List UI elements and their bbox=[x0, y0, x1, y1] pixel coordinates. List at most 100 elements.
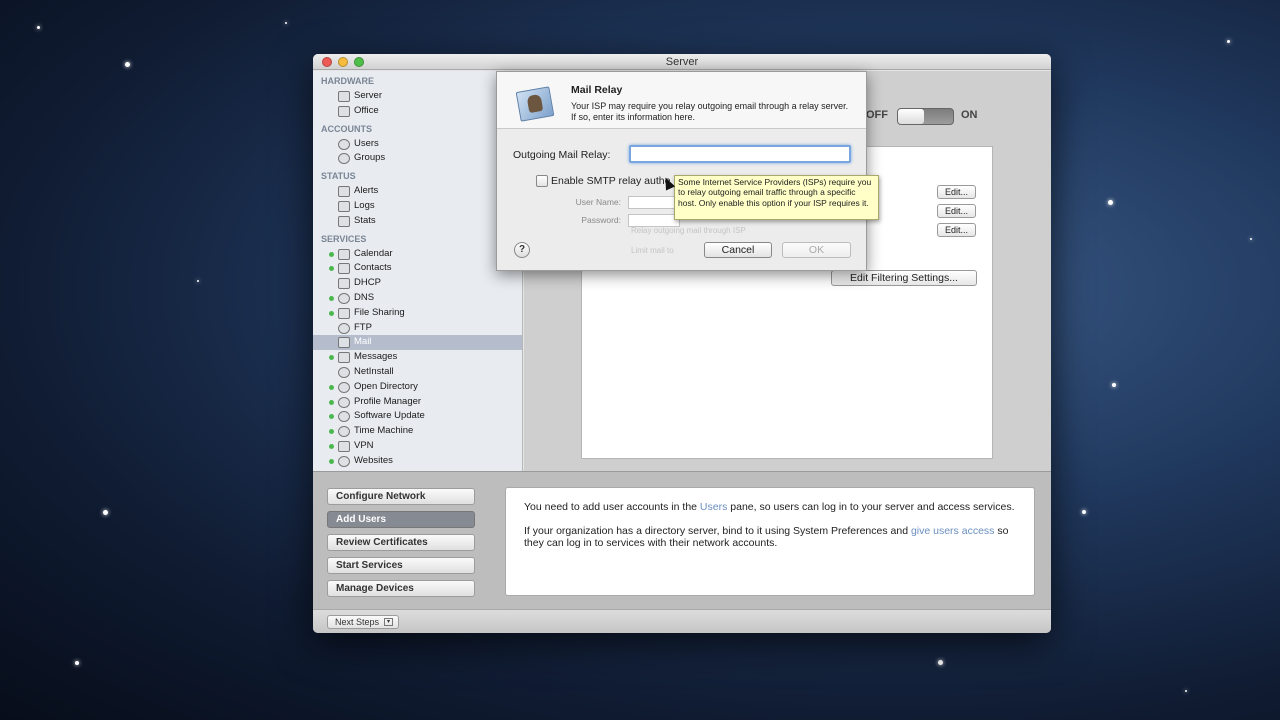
status-on-indicator bbox=[329, 399, 334, 405]
sidebar-item-calendar[interactable]: Calendar bbox=[313, 247, 522, 262]
contacts-icon bbox=[338, 263, 350, 275]
outgoing-mail-relay-input[interactable] bbox=[629, 145, 851, 163]
edit-button[interactable]: Edit... bbox=[937, 185, 976, 199]
status-on-indicator bbox=[329, 251, 334, 257]
sidebar-item-open-directory[interactable]: Open Directory bbox=[313, 380, 522, 395]
stats-icon bbox=[338, 215, 350, 227]
status-on-indicator bbox=[329, 414, 334, 420]
sidebar-section-header: HARDWARE bbox=[321, 76, 374, 86]
star bbox=[1082, 510, 1086, 514]
sidebar-item-label: Websites bbox=[354, 454, 393, 466]
ok-button[interactable]: OK bbox=[782, 242, 851, 258]
mail-stamp-icon bbox=[515, 86, 555, 122]
password-label: Password: bbox=[581, 215, 621, 225]
service-toggle-switch[interactable] bbox=[897, 108, 954, 125]
sidebar-item-label: Users bbox=[354, 137, 379, 149]
collapse-icon: ▾ bbox=[384, 618, 393, 626]
window-footer: Next Steps ▾ bbox=[313, 609, 1051, 633]
close-window-button[interactable] bbox=[322, 57, 332, 67]
edit-filtering-settings-button[interactable]: Edit Filtering Settings... bbox=[831, 270, 977, 286]
star bbox=[197, 280, 199, 282]
help-button[interactable]: ? bbox=[514, 242, 530, 258]
software-update-icon bbox=[338, 411, 350, 423]
sidebar-item-label: DHCP bbox=[354, 277, 381, 289]
sidebar-item-label: Contacts bbox=[354, 262, 392, 274]
sidebar-item-label: Groups bbox=[354, 152, 386, 164]
time-machine-icon bbox=[338, 426, 350, 438]
sidebar-item-server[interactable]: Server bbox=[313, 89, 522, 104]
sidebar-item-label: FTP bbox=[354, 321, 372, 333]
users-pane-link[interactable]: Users bbox=[700, 501, 727, 513]
profile-manager-icon bbox=[338, 396, 350, 408]
sidebar-item-label: Time Machine bbox=[354, 425, 414, 437]
info-text: pane, so users can log in to your server… bbox=[727, 501, 1015, 513]
sheet-header: Mail Relay Your ISP may require you rela… bbox=[497, 72, 866, 129]
smtp-auth-checkbox[interactable] bbox=[536, 175, 548, 187]
sidebar-item-stats[interactable]: Stats bbox=[313, 214, 522, 229]
info-text: You need to add user accounts in the bbox=[524, 501, 700, 513]
sidebar-section-header: ACCOUNTS bbox=[321, 123, 372, 134]
status-on-indicator bbox=[329, 443, 334, 449]
status-on-indicator bbox=[329, 429, 334, 435]
add-users-button[interactable]: Add Users bbox=[327, 511, 475, 528]
next-steps-area: Configure Network Add Users Review Certi… bbox=[313, 471, 1051, 609]
minimize-window-button[interactable] bbox=[338, 57, 348, 67]
office-icon bbox=[338, 105, 350, 117]
sidebar-section-header: STATUS bbox=[321, 171, 356, 182]
sidebar-item-label: Server bbox=[354, 90, 382, 101]
sidebar-item-websites[interactable]: Websites bbox=[313, 454, 522, 469]
start-services-button[interactable]: Start Services bbox=[327, 557, 475, 574]
configure-network-button[interactable]: Configure Network bbox=[327, 488, 475, 505]
sidebar-item-label: NetInstall bbox=[354, 365, 394, 377]
sidebar-item-dhcp[interactable]: DHCP bbox=[313, 276, 522, 291]
star bbox=[1185, 690, 1187, 692]
service-off-label: OFF bbox=[866, 109, 888, 121]
sidebar-item-software-update[interactable]: Software Update bbox=[313, 409, 522, 424]
sidebar-item-dns[interactable]: DNS bbox=[313, 291, 522, 306]
sidebar-item-messages[interactable]: Messages bbox=[313, 350, 522, 365]
netinstall-icon bbox=[338, 366, 350, 378]
title-bar[interactable]: Server bbox=[313, 54, 1051, 70]
background-option-text: Limit mail to bbox=[631, 246, 674, 255]
sidebar-item-office[interactable]: Office bbox=[313, 104, 522, 119]
next-step-info-panel: You need to add user accounts in the Use… bbox=[505, 487, 1035, 596]
sidebar-item-groups[interactable]: Groups bbox=[313, 151, 522, 166]
mail-relay-sheet: Mail Relay Your ISP may require you rela… bbox=[496, 71, 867, 271]
sidebar-item-logs[interactable]: Logs bbox=[313, 199, 522, 214]
star bbox=[1227, 40, 1230, 43]
smtp-auth-label: Enable SMTP relay authe bbox=[551, 175, 671, 187]
manage-devices-button[interactable]: Manage Devices bbox=[327, 580, 475, 597]
next-steps-label: Next Steps bbox=[335, 617, 380, 627]
toggle-knob[interactable] bbox=[898, 109, 924, 124]
give-users-access-link[interactable]: give users access bbox=[911, 525, 994, 537]
review-certificates-button[interactable]: Review Certificates bbox=[327, 534, 475, 551]
edit-button[interactable]: Edit... bbox=[937, 204, 976, 218]
sidebar-item-profile-manager[interactable]: Profile Manager bbox=[313, 395, 522, 410]
websites-icon bbox=[338, 455, 350, 467]
sidebar-item-contacts[interactable]: Contacts bbox=[313, 261, 522, 276]
alerts-icon bbox=[338, 186, 350, 198]
sidebar-item-netinstall[interactable]: NetInstall bbox=[313, 365, 522, 380]
sidebar-item-label: Open Directory bbox=[354, 380, 418, 392]
next-steps-toggle-button[interactable]: Next Steps ▾ bbox=[327, 615, 399, 629]
sidebar-section-header: SERVICES bbox=[321, 233, 367, 244]
cancel-button[interactable]: Cancel bbox=[704, 242, 772, 258]
sidebar-item-file-sharing[interactable]: File Sharing bbox=[313, 306, 522, 321]
sidebar-item-vpn[interactable]: VPN bbox=[313, 439, 522, 454]
sidebar-item-label: Logs bbox=[354, 199, 375, 211]
sidebar-item-time-machine[interactable]: Time Machine bbox=[313, 424, 522, 439]
sidebar-item-users[interactable]: Users bbox=[313, 137, 522, 152]
sidebar-item-alerts[interactable]: Alerts bbox=[313, 184, 522, 199]
groups-icon bbox=[338, 153, 350, 165]
sidebar-item-mail[interactable]: Mail bbox=[313, 335, 522, 351]
vpn-icon bbox=[338, 440, 350, 452]
sidebar: HARDWARE Server Office ACCOUNTS Users Groups S… bbox=[313, 71, 523, 471]
username-label: User Name: bbox=[575, 197, 621, 207]
edit-button[interactable]: Edit... bbox=[937, 223, 976, 237]
sidebar-item-label: Stats bbox=[354, 214, 376, 226]
server-icon bbox=[338, 91, 350, 102]
zoom-window-button[interactable] bbox=[354, 57, 364, 67]
star bbox=[125, 62, 130, 67]
username-input[interactable] bbox=[628, 196, 680, 209]
sidebar-item-ftp[interactable]: FTP bbox=[313, 321, 522, 336]
